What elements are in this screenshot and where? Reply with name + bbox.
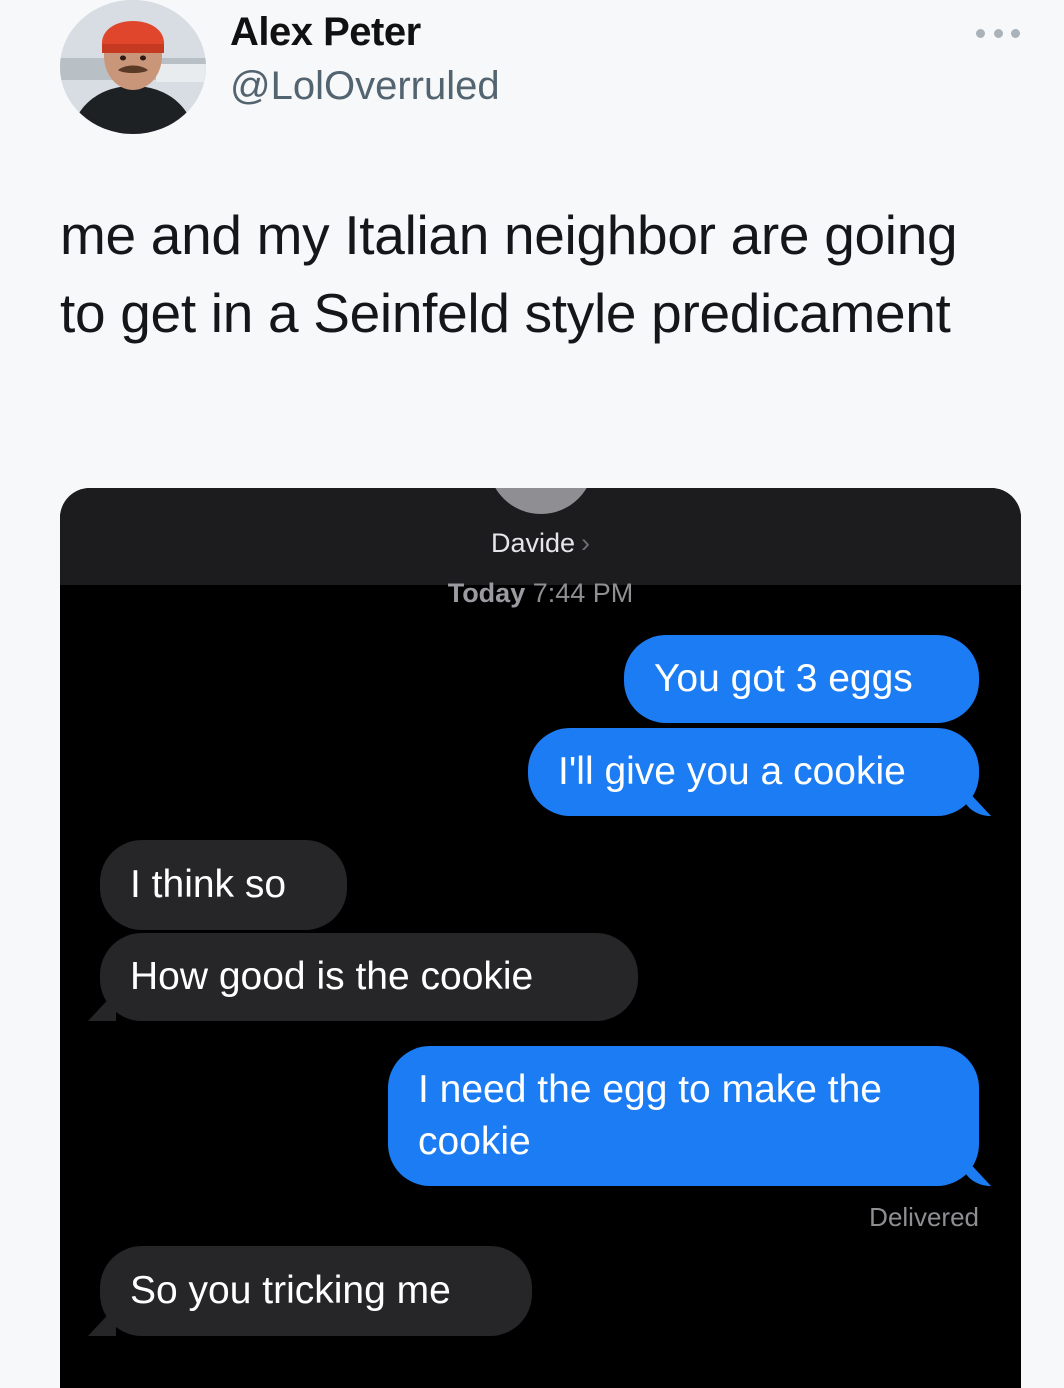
message-screenshot: Davide › Today 7:44 PM You got 3 eggs I'l…	[60, 488, 1021, 1388]
message-bubble-outgoing: I need the egg to make the cookie	[388, 1046, 979, 1186]
message-text: You got 3 eggs	[654, 657, 913, 700]
message-timestamp: Today 7:44 PM	[60, 578, 1021, 609]
contact-name: Davide ›	[60, 528, 1021, 559]
message-bubble-incoming: So you tricking me	[100, 1246, 532, 1336]
contact-avatar	[488, 488, 594, 514]
author-handle[interactable]: @LolOverruled	[230, 64, 500, 109]
tweet: Alex Peter @LolOverruled me and my Itali…	[0, 0, 1064, 1388]
dot-icon	[993, 28, 1003, 38]
message-text: I'll give you a cookie	[558, 750, 906, 793]
timestamp-day: Today	[447, 578, 526, 608]
message-bubble-outgoing: I'll give you a cookie	[528, 728, 979, 816]
chevron-right-icon: ›	[581, 528, 591, 558]
dot-icon	[1011, 28, 1020, 38]
timestamp-time: 7:44 PM	[532, 578, 634, 608]
dot-icon	[976, 28, 985, 38]
chat-header: Davide ›	[60, 488, 1021, 585]
message-bubble-incoming: How good is the cookie	[100, 933, 638, 1021]
avatar-photo	[60, 0, 206, 134]
author-avatar[interactable]	[60, 0, 206, 134]
delivered-status: Delivered	[869, 1202, 979, 1232]
message-bubble-incoming: I think so	[100, 840, 347, 930]
author-name[interactable]: Alex Peter	[230, 10, 421, 55]
message-bubble-outgoing: You got 3 eggs	[624, 635, 979, 723]
message-text: I think so	[130, 863, 287, 906]
tweet-text: me and my Italian neighbor are going to …	[60, 204, 958, 344]
contact-name-label: Davide	[490, 528, 576, 558]
message-text: So you tricking me	[130, 1269, 451, 1312]
more-options-icon[interactable]	[976, 24, 1020, 42]
message-text: How good is the cookie	[130, 955, 534, 998]
message-text: I need the egg to make the cookie	[418, 1068, 883, 1163]
